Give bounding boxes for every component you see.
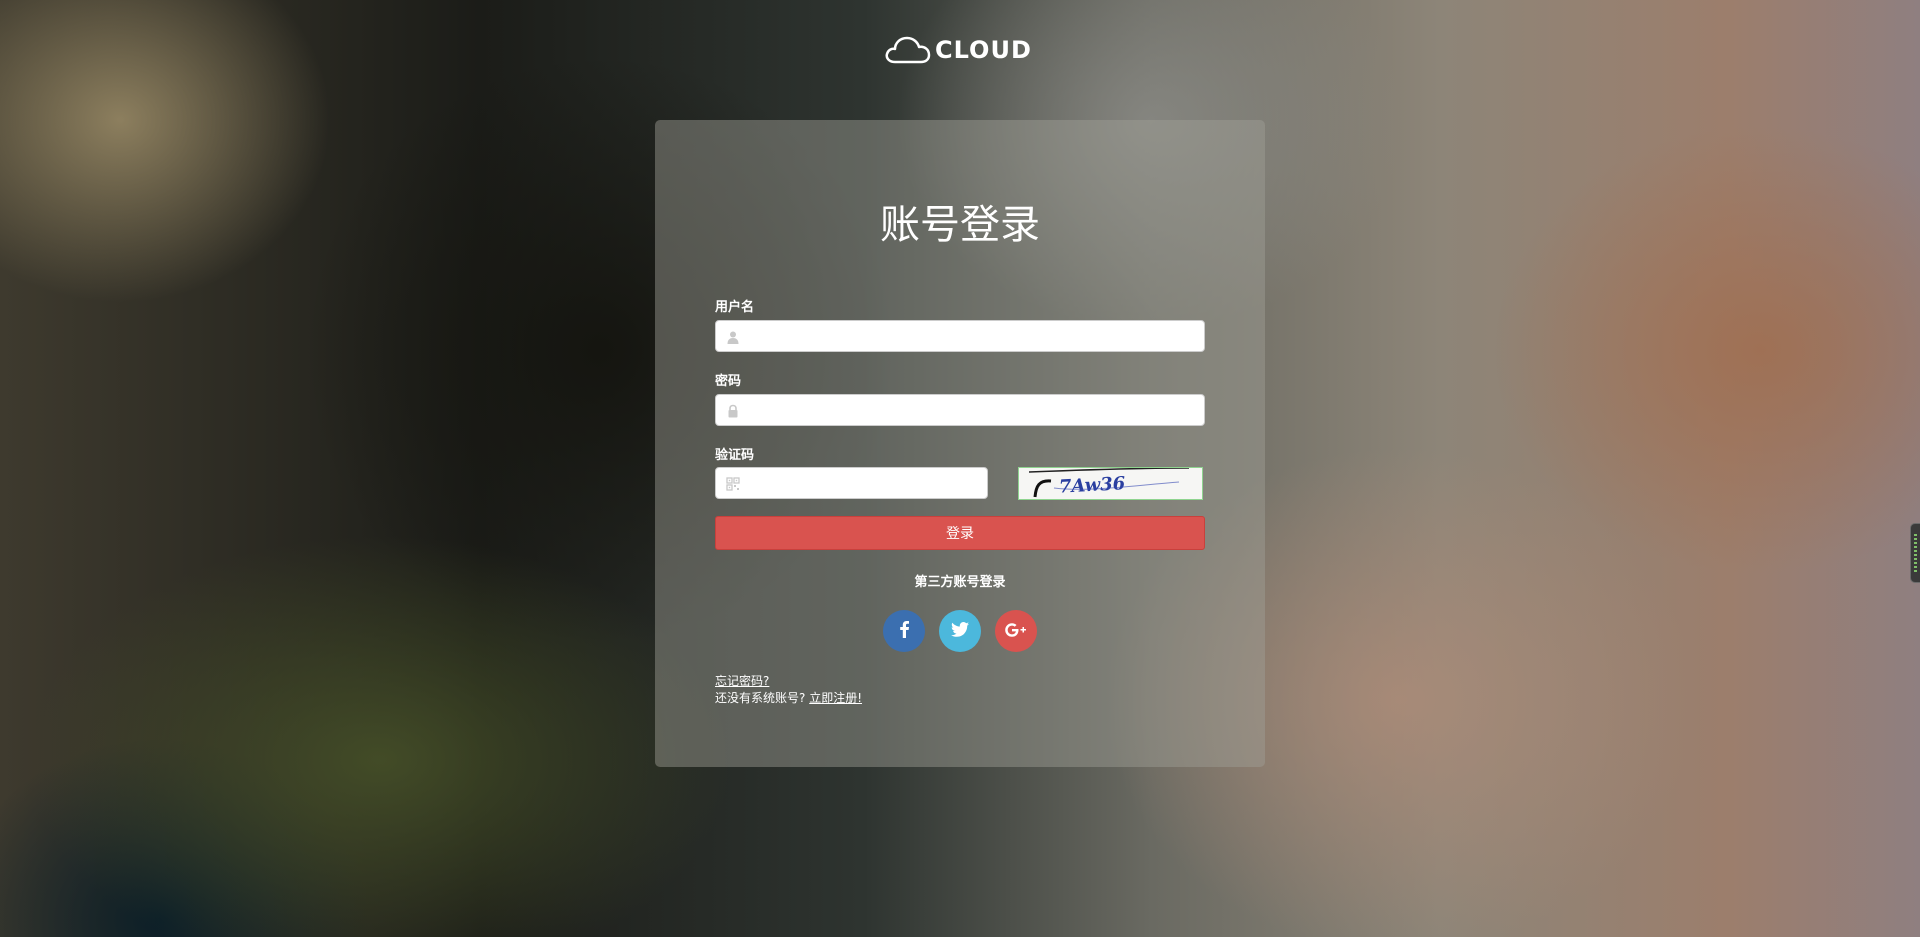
login-button[interactable]: 登录 <box>715 516 1205 550</box>
captcha-text: 7Aw36 <box>1058 473 1126 497</box>
facebook-icon <box>898 620 910 642</box>
twitter-login-button[interactable] <box>939 610 981 652</box>
login-panel: 账号登录 用户名 密码 验证码 7Aw36 登录 第三方账号登录 忘记密码? 还… <box>655 120 1265 767</box>
captcha-image[interactable]: 7Aw36 <box>1018 467 1203 500</box>
logo: CLOUD <box>883 34 1032 66</box>
captcha-field[interactable] <box>715 467 988 500</box>
password-input[interactable] <box>746 395 1202 427</box>
logo-text: CLOUD <box>935 36 1032 64</box>
facebook-login-button[interactable] <box>883 610 925 652</box>
account-links: 忘记密码? 还没有系统账号? 立即注册! <box>715 673 862 707</box>
social-login-row <box>655 610 1265 652</box>
username-input[interactable] <box>746 321 1202 353</box>
username-label: 用户名 <box>715 300 755 315</box>
forgot-password-link[interactable]: 忘记密码? <box>715 674 769 688</box>
side-widget-handle[interactable] <box>1910 523 1920 583</box>
google-plus-login-button[interactable] <box>995 610 1037 652</box>
google-plus-icon <box>1005 622 1027 641</box>
captcha-input[interactable] <box>746 468 985 500</box>
password-field[interactable] <box>715 394 1205 427</box>
captcha-label: 验证码 <box>715 448 755 463</box>
username-field[interactable] <box>715 320 1205 353</box>
register-link[interactable]: 立即注册! <box>809 691 862 705</box>
lock-icon <box>726 403 740 418</box>
captcha-graphic: 7Aw36 <box>1028 468 1190 498</box>
password-label: 密码 <box>715 374 742 389</box>
qrcode-icon <box>726 476 740 491</box>
no-account-text: 还没有系统账号? <box>715 691 806 705</box>
grip-icon <box>1914 534 1917 574</box>
twitter-icon <box>951 621 969 641</box>
page-title: 账号登录 <box>880 202 1040 248</box>
third-party-login-title: 第三方账号登录 <box>914 575 1006 590</box>
cloud-icon <box>883 34 933 66</box>
user-icon <box>726 329 740 344</box>
